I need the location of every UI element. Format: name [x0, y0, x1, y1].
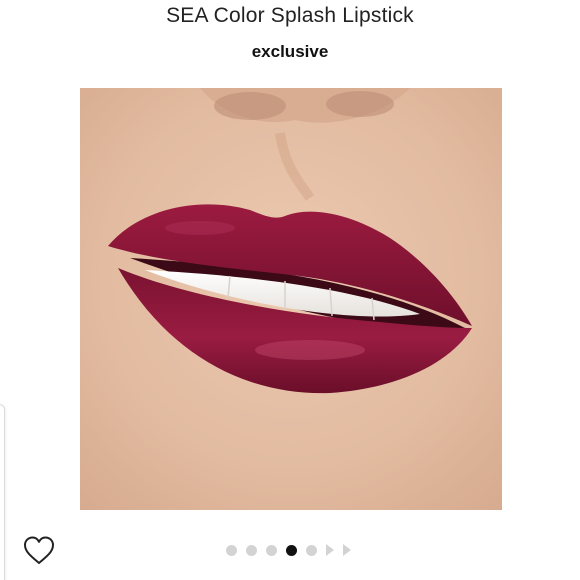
- carousel-more-arrow-icon[interactable]: [343, 544, 351, 556]
- carousel-more-arrow-icon[interactable]: [326, 544, 334, 556]
- like-button[interactable]: [22, 534, 56, 568]
- carousel-dot-1[interactable]: [226, 544, 237, 556]
- image-carousel-indicator: [226, 543, 360, 557]
- carousel-dot-4-active[interactable]: [286, 544, 297, 556]
- carousel-dot-3[interactable]: [266, 544, 277, 556]
- heart-outline-icon: [24, 536, 54, 564]
- product-title: SEA Color Splash Lipstick: [166, 4, 414, 27]
- side-drawer-tab[interactable]: [0, 404, 5, 580]
- product-page: SEA Color Splash Lipstick exclusive: [0, 0, 580, 580]
- carousel-dot-2[interactable]: [246, 544, 257, 556]
- carousel-dot-5[interactable]: [306, 544, 317, 556]
- product-image[interactable]: [80, 88, 502, 510]
- product-subtitle: exclusive: [251, 42, 329, 61]
